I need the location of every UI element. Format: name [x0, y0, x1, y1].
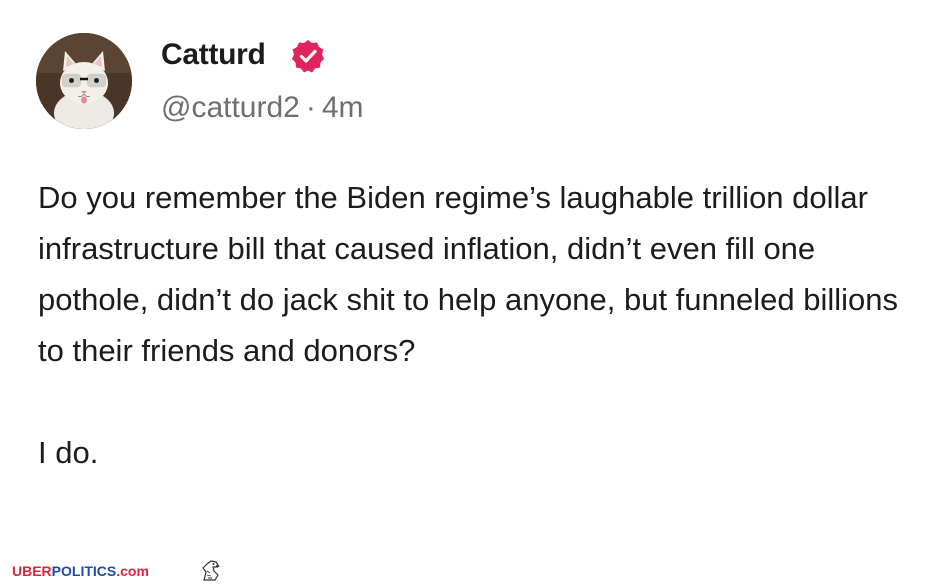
eagle-icon — [202, 560, 220, 581]
cat-with-glasses-avatar — [36, 33, 132, 129]
watermark-politics: POLITICS — [51, 563, 117, 579]
avatar[interactable] — [36, 33, 132, 129]
watermark: UBERPOLITICS.com — [12, 560, 149, 582]
post-text: Do you remember the Biden regime’s laugh… — [38, 172, 918, 478]
timestamp[interactable]: 4m — [322, 91, 364, 124]
meta-separator: · — [305, 91, 316, 124]
post-paragraph: I do. — [38, 435, 99, 470]
post-paragraph: Do you remember the Biden regime’s laugh… — [38, 180, 898, 368]
post-card: Catturd @catturd2 · 4m Do you remember the… — [0, 0, 940, 584]
verified-badge-icon — [292, 40, 324, 73]
post-meta: @catturd2 · 4m — [161, 88, 364, 128]
watermark-com: .com — [116, 563, 149, 579]
watermark-uber: UBER — [12, 563, 52, 579]
display-name[interactable]: Catturd — [161, 36, 266, 74]
handle[interactable]: @catturd2 — [161, 91, 300, 124]
